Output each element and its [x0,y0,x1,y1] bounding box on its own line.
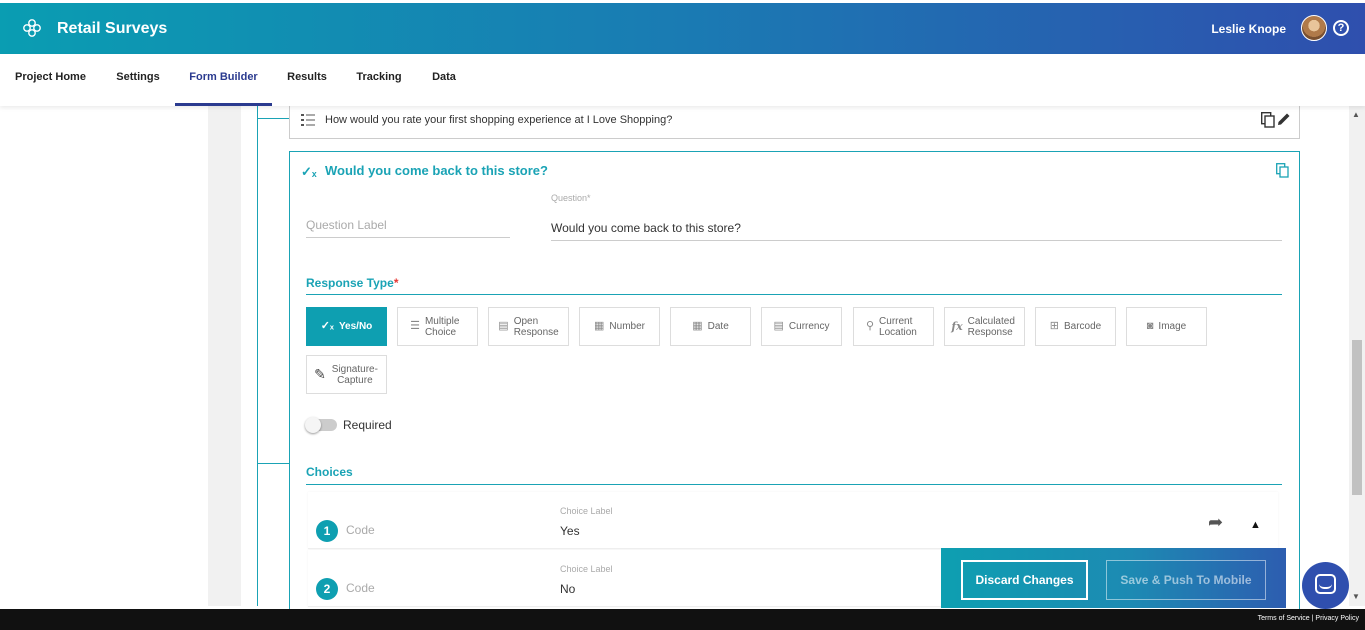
help-icon[interactable]: ? [1333,20,1349,36]
share-arrow-icon[interactable]: ➦ [1208,512,1223,533]
response-type-label: Calculated Response [967,315,1015,338]
tab-results[interactable]: Results [272,54,342,106]
tab-form-builder[interactable]: Form Builder [175,54,272,106]
user-name[interactable]: Leslie Knope [1211,22,1286,36]
tab-settings[interactable]: Settings [101,54,175,106]
toggle-knob [305,417,321,433]
camera-icon: ◙ [1146,320,1154,332]
tab-project-home[interactable]: Project Home [0,54,101,106]
scrollbar-thumb[interactable] [1352,340,1362,495]
response-type-date[interactable]: ▦ Date [670,307,751,346]
required-toggle[interactable] [305,417,337,433]
response-type-label: Date [707,321,729,332]
scroll-down-arrow-icon[interactable]: ▼ [1352,592,1360,601]
question-field-label: Question* [551,193,591,203]
tree-connector-vertical [257,106,258,606]
copy-icon[interactable] [1276,163,1289,178]
required-label: Required [343,418,392,432]
question-input[interactable]: Would you come back to this store? [551,219,1282,241]
response-type-signature-capture[interactable]: ✎ Signature-Capture [306,355,387,394]
choice-label-caption: Choice Label [560,564,613,574]
response-type-label: Number [609,321,645,332]
choice-code-input[interactable]: Code [346,523,375,537]
response-type-open-response[interactable]: ▤ Open Response [488,307,569,346]
choice-number-badge: 2 [316,578,338,600]
list-icon [301,114,315,126]
pen-icon: ✎ [314,366,326,382]
response-type-barcode[interactable]: ⊞ Barcode [1035,307,1116,346]
save-push-button[interactable]: Save & Push To Mobile [1106,560,1266,600]
currency-icon: ▤ [773,320,784,332]
yes-no-icon: ✓ₓ [301,164,317,179]
barcode-icon: ⊞ [1049,320,1059,332]
discard-changes-button[interactable]: Discard Changes [961,560,1088,600]
choice-row[interactable]: 1 Code Choice Label Yes ➦ ▲ [308,492,1278,549]
location-pin-icon: ⚲ [865,320,875,332]
response-type-label: Currency [788,321,830,332]
multiple-choice-icon: ☰ [410,320,420,332]
response-type-label: Open Response [513,315,559,338]
response-type-current-location[interactable]: ⚲ Current Location [853,307,934,346]
response-type-multiple-choice[interactable]: ☰ Multiple Choice [397,307,478,346]
response-type-number[interactable]: ▦ Number [579,307,660,346]
move-up-icon[interactable]: ▲ [1250,519,1261,531]
copy-icon[interactable] [1261,112,1275,128]
section-divider [306,484,1282,485]
response-type-label: Multiple Choice [424,315,460,338]
chat-launcher-button[interactable] [1302,562,1349,609]
tab-tracking[interactable]: Tracking [342,54,416,106]
main-nav: Project Home Settings Form Builder Resul… [0,54,1365,106]
function-icon: fx [951,320,963,333]
question-label-input[interactable]: Question Label [306,216,510,238]
action-bar: Discard Changes Save & Push To Mobile [941,548,1286,608]
flower-logo-icon[interactable] [22,18,42,38]
response-type-currency[interactable]: ▤ Currency [761,307,842,346]
response-type-label: Current Location [879,315,917,338]
choice-number-badge: 1 [316,520,338,542]
app-title[interactable]: Retail Surveys [57,20,167,38]
yes-no-icon: ✓ₓ [320,320,334,332]
question-row[interactable]: How would you rate your first shopping e… [289,106,1300,139]
pencil-icon[interactable] [1277,112,1291,126]
choice-label-caption: Choice Label [560,506,613,516]
tab-data[interactable]: Data [416,54,472,106]
tree-connector-branch [257,463,289,464]
response-type-yes-no[interactable]: ✓ₓ Yes/No [306,307,387,346]
response-type-label: Yes/No [338,321,373,332]
tree-connector-branch [257,118,289,119]
response-type-heading: Response Type* [306,276,399,290]
top-bar: Retail Surveys Leslie Knope ? [0,3,1365,54]
footer: Terms of Service | Privacy Policy [0,609,1365,630]
open-response-icon: ▤ [498,320,509,332]
content-gutter [208,106,241,606]
choice-label-input[interactable]: No [560,582,575,596]
response-type-image[interactable]: ◙ Image [1126,307,1207,346]
terms-link[interactable]: Terms of Service [1258,615,1310,622]
footer-separator: | [1311,615,1314,622]
scroll-up-arrow-icon[interactable]: ▲ [1352,110,1360,119]
number-icon: ▦ [594,320,605,332]
question-text: How would you rate your first shopping e… [325,114,673,126]
choice-code-input[interactable]: Code [346,581,375,595]
question-title: Would you come back to this store? [325,163,548,178]
response-type-label: Barcode [1063,321,1102,332]
privacy-link[interactable]: Privacy Policy [1315,615,1359,622]
response-type-label: Signature-Capture [331,363,378,386]
choices-heading: Choices [306,465,353,479]
response-type-label: Image [1158,321,1187,332]
response-type-calculated-response[interactable]: fx Calculated Response [944,307,1025,346]
choice-label-input[interactable]: Yes [560,524,580,538]
section-divider [306,294,1282,295]
avatar[interactable] [1301,15,1327,41]
calendar-icon: ▦ [692,320,703,332]
footer-links: Terms of Service | Privacy Policy [1258,615,1359,622]
